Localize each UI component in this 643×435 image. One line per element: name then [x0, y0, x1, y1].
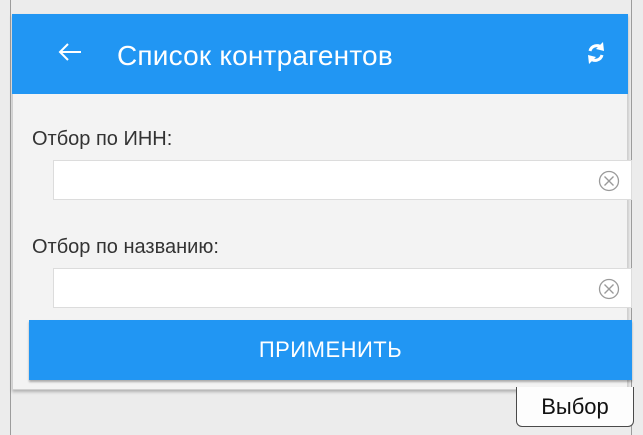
clear-circle-icon[interactable]	[598, 278, 620, 300]
refresh-icon[interactable]	[582, 39, 610, 67]
inn-filter-input[interactable]	[54, 161, 594, 199]
apply-button[interactable]: ПРИМЕНИТЬ	[29, 320, 632, 380]
name-filter-field[interactable]	[53, 268, 632, 308]
tab-vybor[interactable]: Выбор	[516, 387, 634, 427]
arrow-left-icon[interactable]	[56, 38, 84, 66]
page-title: Список контрагентов	[117, 40, 393, 71]
inn-filter-label: Отбор по ИНН:	[32, 128, 173, 150]
clear-circle-icon[interactable]	[598, 170, 620, 192]
name-filter-label: Отбор по названию:	[32, 236, 219, 258]
app-header: Список контрагентов	[12, 14, 628, 94]
inn-filter-field[interactable]	[53, 160, 632, 200]
name-filter-input[interactable]	[54, 269, 594, 307]
